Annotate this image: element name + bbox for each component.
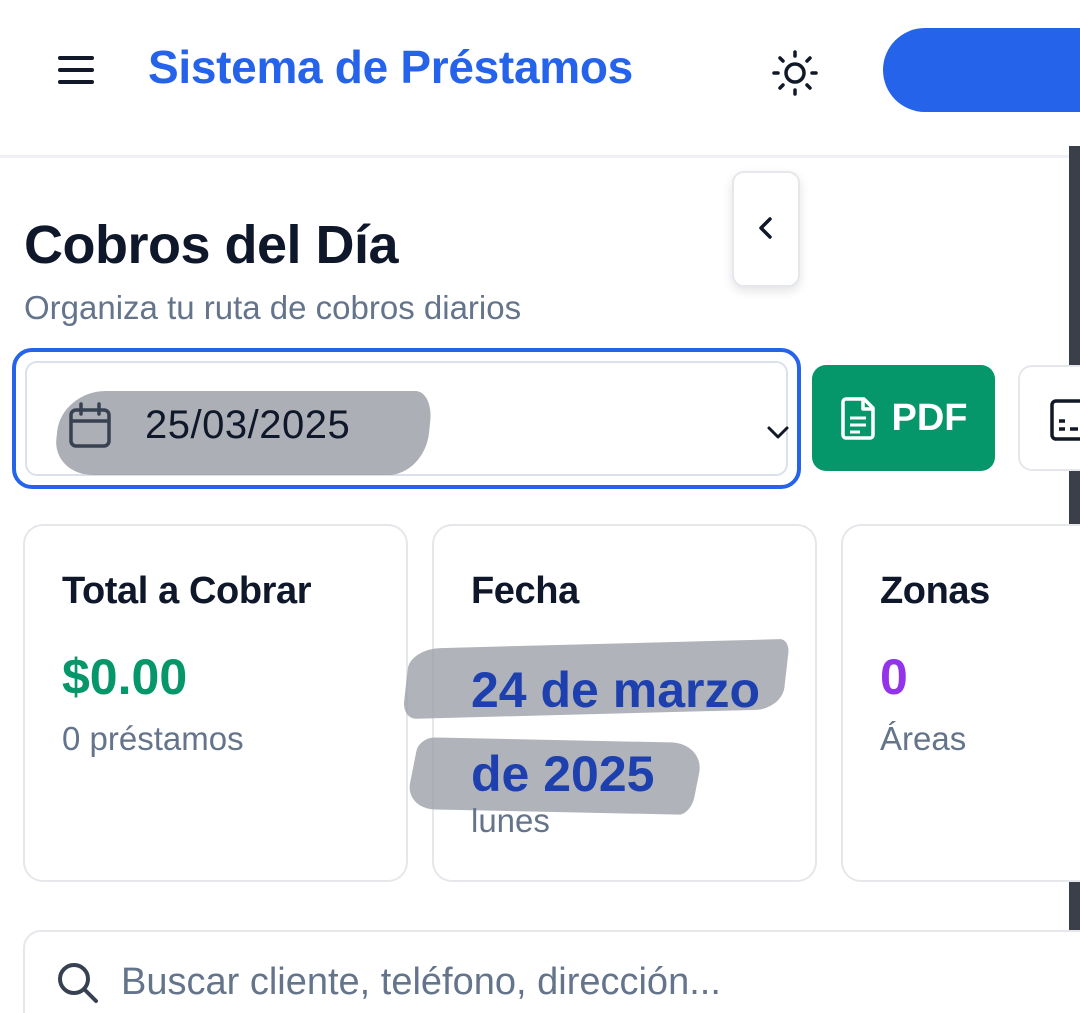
- app-header: Sistema de Préstamos: [0, 0, 1080, 158]
- stat-value-fecha: 24 de marzo de 2025: [471, 662, 761, 802]
- page-title: Cobros del Día: [24, 215, 399, 275]
- chevron-left-icon: [759, 217, 772, 239]
- search-bar: [23, 930, 1080, 1013]
- search-input[interactable]: [121, 952, 1080, 1012]
- stat-label-fecha: Fecha: [471, 570, 579, 612]
- sidebar-collapse-button[interactable]: [732, 171, 800, 287]
- export-pdf-label: PDF: [891, 396, 968, 439]
- document-icon: [840, 397, 875, 440]
- stat-note-total: 0 préstamos: [62, 720, 244, 757]
- search-icon: [58, 963, 98, 1003]
- stat-value-total: $0.00: [62, 649, 188, 705]
- page-subtitle: Organiza tu ruta de cobros diarios: [24, 289, 522, 326]
- menu-button[interactable]: [50, 46, 102, 94]
- stat-value-zonas: 0: [880, 649, 908, 705]
- app-page: Sistema de Préstamos Cobros del Día Orga…: [0, 0, 1080, 1013]
- app-title: Sistema de Préstamos: [148, 41, 633, 93]
- stat-card-fecha: Fecha 24 de marzo de 2025 lunes: [402, 524, 817, 882]
- stat-note-zonas: Áreas: [880, 720, 967, 757]
- date-selector-inner: 25/03/2025: [25, 361, 789, 476]
- header-primary-button[interactable]: [883, 28, 1080, 112]
- stat-card-zonas: Zonas 0 Áreas: [841, 524, 1080, 882]
- sun-icon: [772, 50, 818, 96]
- calendar-icon: [69, 402, 111, 448]
- stat-label-total: Total a Cobrar: [62, 570, 312, 612]
- export-pdf-button[interactable]: PDF: [812, 365, 995, 471]
- chevron-down-icon: [767, 426, 789, 439]
- stat-label-zonas: Zonas: [880, 570, 990, 612]
- stat-card-total: Total a Cobrar $0.00 0 préstamos: [23, 524, 408, 882]
- export-sheet-button[interactable]: [1018, 365, 1080, 471]
- theme-toggle-button[interactable]: [766, 44, 824, 102]
- spreadsheet-icon: [1050, 399, 1080, 441]
- hamburger-menu-icon: [58, 56, 94, 84]
- stat-note-fecha: lunes: [471, 802, 550, 839]
- selected-date: 25/03/2025: [145, 403, 351, 447]
- date-selector[interactable]: 25/03/2025: [12, 348, 801, 489]
